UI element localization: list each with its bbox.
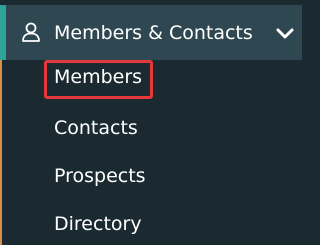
sidebar-item-contacts[interactable]: Contacts: [54, 117, 138, 139]
chevron-down-icon[interactable]: [274, 23, 296, 45]
sidebar-edge-accent: [0, 58, 2, 245]
sidebar-item-prospects[interactable]: Prospects: [54, 165, 146, 187]
group-label: Members & Contacts: [54, 22, 253, 44]
sidebar-item-directory[interactable]: Directory: [54, 213, 142, 235]
person-icon: [20, 21, 42, 43]
sidebar-item-members[interactable]: Members: [54, 66, 142, 88]
sidebar-nav: Members & Contacts Members Contacts Pros…: [0, 0, 302, 245]
members-contacts-group-header[interactable]: Members & Contacts: [0, 5, 302, 60]
